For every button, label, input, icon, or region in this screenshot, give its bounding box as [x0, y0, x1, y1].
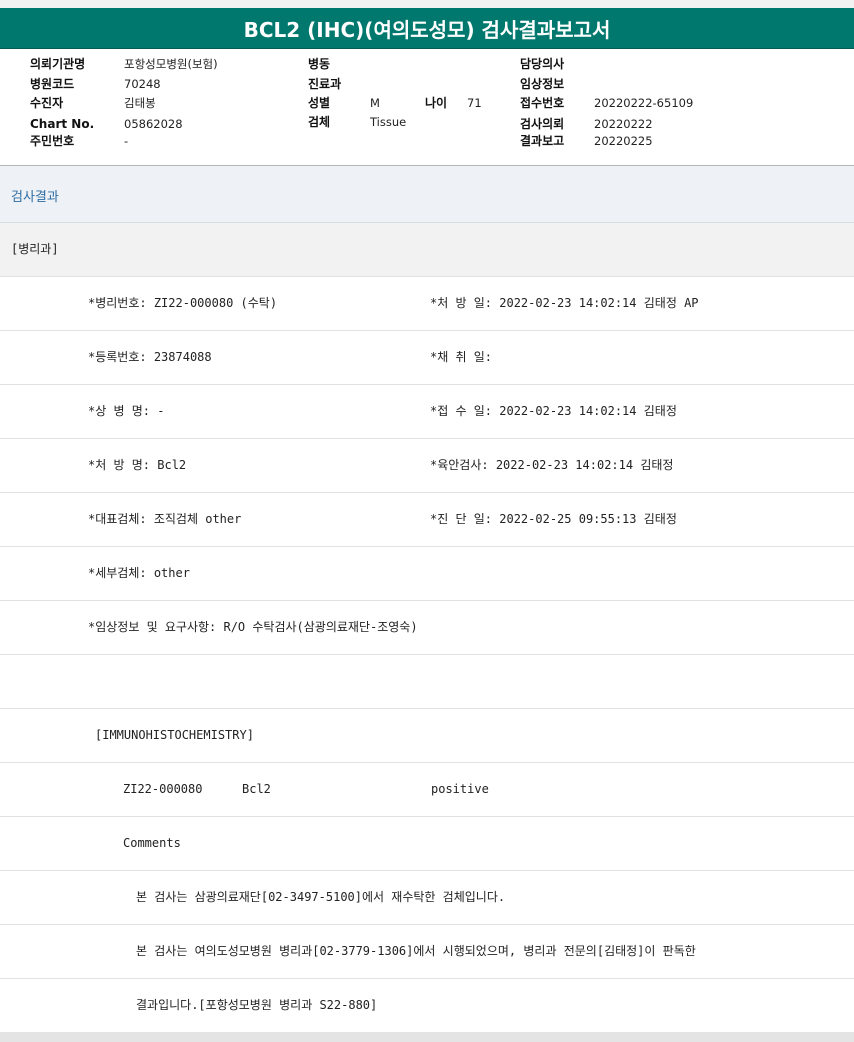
chart-no-value: 05862028 — [124, 117, 183, 131]
clinical-info-label: 임상정보 — [520, 77, 565, 91]
result-rows: [병리과] *병리번호: ZI22-000080 (수탁) *처 방 일: 20… — [0, 223, 854, 1033]
report-title-bar: BCL2 (IHC)(여의도성모) 검사결과보고서 — [0, 8, 854, 49]
order-name: *처 방 명: Bcl2 — [88, 458, 187, 472]
patient-info-panel: 의뢰기관명 포항성모병원(보험) 병원코드 70248 수진자 김태봉 Char… — [0, 49, 854, 166]
sex-label: 성별 — [308, 96, 331, 110]
receipt-no-label: 접수번호 — [520, 96, 565, 110]
institution-label: 의뢰기관명 — [30, 57, 86, 71]
results-section-title: 검사결과 — [11, 190, 59, 205]
gross-exam-date: *육안검사: 2022-02-23 14:02:14 김태정 — [430, 458, 674, 472]
table-row: *상 병 명: - *접 수 일: 2022-02-23 14:02:14 김태… — [0, 385, 854, 439]
age-label: 나이 — [425, 96, 448, 110]
test-request-label: 검사의뢰 — [520, 117, 565, 131]
attending-doctor-label: 담당의사 — [520, 57, 565, 71]
bottom-margin — [0, 1032, 854, 1042]
resident-no-label: 주민번호 — [30, 134, 75, 148]
resident-no-value: - — [124, 134, 129, 148]
sex-value: M — [370, 96, 380, 110]
hospital-code-label: 병원코드 — [30, 77, 75, 91]
ward-label: 병동 — [308, 57, 331, 71]
table-row: 본 검사는 여의도성모병원 병리과[02-3779-1306]에서 시행되었으며… — [0, 925, 854, 979]
patient-name-label: 수진자 — [30, 96, 64, 110]
registration-number: *등록번호: 23874088 — [88, 350, 212, 364]
table-row: 본 검사는 삼광의료재단[02-3497-5100]에서 재수탁한 검체입니다. — [0, 871, 854, 925]
table-row: *병리번호: ZI22-000080 (수탁) *처 방 일: 2022-02-… — [0, 277, 854, 331]
clinical-request: *임상정보 및 요구사항: R/O 수탁검사(삼광의료재단-조영숙) — [88, 620, 418, 634]
detailed-specimen: *세부검체: other — [88, 566, 190, 580]
results-section-header: 검사결과 — [0, 166, 854, 223]
table-row: *처 방 명: Bcl2 *육안검사: 2022-02-23 14:02:14 … — [0, 439, 854, 493]
department-heading: [병리과] — [11, 242, 59, 256]
table-row: Comments — [0, 817, 854, 871]
specimen-value: Tissue — [370, 115, 407, 129]
report-title: BCL2 (IHC)(여의도성모) 검사결과보고서 — [243, 17, 611, 42]
ihc-result: positive — [431, 782, 489, 796]
table-row: *세부검체: other — [0, 547, 854, 601]
comment-line-3: 결과입니다.[포항성모병원 병리과 S22-880] — [136, 998, 378, 1012]
table-row: [IMMUNOHISTOCHEMISTRY] — [0, 709, 854, 763]
table-row: *대표검체: 조직검체 other *진 단 일: 2022-02-25 09:… — [0, 493, 854, 547]
specimen-label: 검체 — [308, 115, 331, 129]
comment-line-2: 본 검사는 여의도성모병원 병리과[02-3779-1306]에서 시행되었으며… — [136, 944, 696, 958]
top-margin — [0, 0, 854, 8]
patient-name-value: 김태봉 — [124, 96, 156, 110]
institution-value: 포항성모병원(보험) — [124, 57, 218, 71]
comment-line-1: 본 검사는 삼광의료재단[02-3497-5100]에서 재수탁한 검체입니다. — [136, 890, 506, 904]
test-request-value: 20220222 — [594, 117, 653, 131]
table-row — [0, 655, 854, 709]
age-value: 71 — [467, 96, 482, 110]
ihc-specimen-id: ZI22-000080 — [123, 782, 203, 796]
result-report-value: 20220225 — [594, 134, 653, 148]
ihc-heading: [IMMUNOHISTOCHEMISTRY] — [95, 728, 254, 742]
ihc-marker: Bcl2 — [242, 782, 271, 796]
hospital-code-value: 70248 — [124, 77, 161, 91]
chart-no-label: Chart No. — [30, 117, 95, 131]
collection-date: *채 취 일: — [430, 350, 493, 364]
pathology-number: *병리번호: ZI22-000080 (수탁) — [88, 296, 278, 310]
receipt-date: *접 수 일: 2022-02-23 14:02:14 김태정 — [430, 404, 677, 418]
prescription-date: *처 방 일: 2022-02-23 14:02:14 김태정 AP — [430, 296, 699, 310]
receipt-no-value: 20220222-65109 — [594, 96, 694, 110]
table-row: *등록번호: 23874088 *채 취 일: — [0, 331, 854, 385]
representative-specimen: *대표검체: 조직검체 other — [88, 512, 242, 526]
table-row: [병리과] — [0, 223, 854, 277]
comments-heading: Comments — [123, 836, 181, 850]
diagnosis-name: *상 병 명: - — [88, 404, 165, 418]
table-row: *임상정보 및 요구사항: R/O 수탁검사(삼광의료재단-조영숙) — [0, 601, 854, 655]
department-label: 진료과 — [308, 77, 342, 91]
diagnosis-date: *진 단 일: 2022-02-25 09:55:13 김태정 — [430, 512, 677, 526]
table-row: 결과입니다.[포항성모병원 병리과 S22-880] — [0, 979, 854, 1033]
result-report-label: 결과보고 — [520, 134, 565, 148]
table-row: ZI22-000080 Bcl2 positive — [0, 763, 854, 817]
